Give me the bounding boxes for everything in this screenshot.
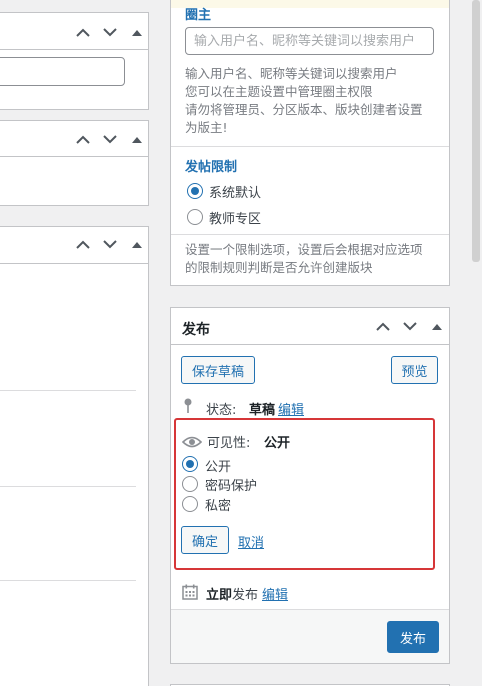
visibility-password-radio[interactable] xyxy=(182,476,198,492)
publish-panel: 发布 保存草稿 预览 状态: 草稿 编辑 可见性: 公开 公开 密码保护 私密 … xyxy=(170,307,450,664)
preview-button[interactable]: 预览 xyxy=(391,356,438,384)
publish-time-strong: 立即 xyxy=(206,588,233,603)
eye-icon xyxy=(181,436,203,452)
left-panel-1 xyxy=(0,12,149,110)
status-edit-link[interactable]: 编辑 xyxy=(278,399,304,418)
panel-1-input[interactable] xyxy=(0,57,125,86)
panel-2-divider xyxy=(0,156,148,157)
panel-1-controls xyxy=(74,23,146,41)
panel-2-controls xyxy=(74,130,146,148)
collapse-triangle-icon[interactable] xyxy=(128,23,146,41)
panel-1-divider xyxy=(0,49,148,50)
publish-time-rest: 发布 xyxy=(232,588,259,603)
post-limit-option-label: 教师专区 xyxy=(209,212,262,227)
visibility-option-label: 密码保护 xyxy=(205,479,258,494)
section-divider xyxy=(171,234,449,235)
visibility-value: 公开 xyxy=(264,436,291,451)
moderator-desc-line: 请勿将管理员、分区版本、版块创建者设置 xyxy=(185,102,423,117)
status-value: 草稿 xyxy=(249,403,276,418)
visibility-ok-button[interactable]: 确定 xyxy=(181,526,229,554)
visibility-option-label: 私密 xyxy=(205,499,232,514)
post-limit-teacher-radio[interactable] xyxy=(187,209,203,225)
table-row-divider xyxy=(0,580,136,581)
visibility-highlight-box: 可见性: 公开 公开 密码保护 私密 确定 取消 xyxy=(174,418,435,570)
publish-time: 立即发布 xyxy=(206,584,258,603)
publish-panel-divider xyxy=(171,344,449,345)
notice-strip xyxy=(171,0,449,8)
move-down-icon[interactable] xyxy=(101,23,119,41)
post-limit-default-radio[interactable] xyxy=(187,183,203,199)
post-limit-title: 发帖限制 xyxy=(185,160,238,175)
calendar-icon xyxy=(182,584,198,604)
save-draft-button[interactable]: 保存草稿 xyxy=(181,356,255,384)
collapse-triangle-icon[interactable] xyxy=(128,235,146,253)
move-up-icon[interactable] xyxy=(74,23,92,41)
move-down-icon[interactable] xyxy=(101,130,119,148)
scrollbar-thumb[interactable] xyxy=(472,0,480,262)
visibility-option-label: 公开 xyxy=(205,460,232,475)
move-down-icon[interactable] xyxy=(401,317,419,335)
visibility-label: 可见性: xyxy=(207,436,251,451)
left-panel-2 xyxy=(0,120,149,206)
move-up-icon[interactable] xyxy=(74,235,92,253)
post-limit-option-label: 系统默认 xyxy=(209,186,262,201)
publish-button[interactable]: 发布 xyxy=(387,621,439,653)
moderator-desc-line: 为版主! xyxy=(185,120,228,135)
table-row-divider xyxy=(0,486,136,487)
publish-panel-controls xyxy=(374,317,446,335)
moderator-title: 圈主 xyxy=(185,8,212,23)
post-limit-desc-line: 的限制规则判断是否允许创建版块 xyxy=(185,260,373,275)
visibility-cancel-link[interactable]: 取消 xyxy=(238,532,264,551)
panel-3-controls xyxy=(74,235,146,253)
publish-time-edit-link[interactable]: 编辑 xyxy=(262,584,288,603)
move-up-icon[interactable] xyxy=(74,130,92,148)
collapse-triangle-icon[interactable] xyxy=(428,317,446,335)
collapse-triangle-icon[interactable] xyxy=(128,130,146,148)
panel-3-divider xyxy=(0,263,148,264)
forum-settings-panel: 圈主 输入用户名、昵称等关键词以搜索用户 您可以在主题设置中管理圈主权限 请勿将… xyxy=(170,0,450,286)
moderator-search-input[interactable] xyxy=(185,27,434,55)
pin-icon xyxy=(183,398,193,418)
status-label: 状态: xyxy=(206,403,237,418)
publish-panel-title: 发布 xyxy=(182,322,210,338)
moderator-desc-line: 您可以在主题设置中管理圈主权限 xyxy=(185,84,373,99)
section-divider xyxy=(171,146,449,147)
table-row-divider xyxy=(0,390,136,391)
moderator-desc-line: 输入用户名、昵称等关键词以搜索用户 xyxy=(185,66,398,81)
visibility-public-radio[interactable] xyxy=(182,456,198,472)
left-panel-3 xyxy=(0,226,149,686)
visibility-private-radio[interactable] xyxy=(182,496,198,512)
post-limit-desc-line: 设置一个限制选项，设置后会根据对应选项 xyxy=(185,242,423,257)
move-up-icon[interactable] xyxy=(374,317,392,335)
move-down-icon[interactable] xyxy=(101,235,119,253)
